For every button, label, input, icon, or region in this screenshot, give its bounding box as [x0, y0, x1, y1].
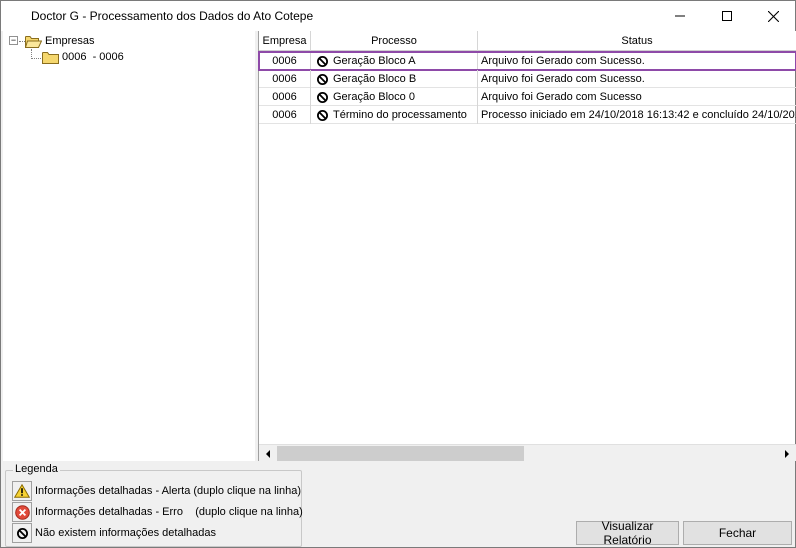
- minimize-icon: [675, 15, 685, 17]
- cell-processo: Geração Bloco A: [311, 52, 478, 70]
- scroll-right-button[interactable]: [778, 445, 795, 462]
- process-grid[interactable]: Empresa Processo Status 0006 Geração Blo…: [258, 31, 796, 462]
- legend-item-none: Não existem informações detalhadas: [12, 523, 216, 543]
- companies-tree[interactable]: − Empresas 0006 - 0006: [3, 31, 255, 461]
- arrow-left-icon: [265, 449, 270, 458]
- legend-icon-box: [12, 523, 32, 543]
- process-name: Geração Bloco B: [333, 73, 417, 85]
- legend-label: Informações detalhadas - Alerta (duplo c…: [35, 485, 301, 497]
- cell-status: Arquivo foi Gerado com Sucesso: [481, 91, 642, 103]
- cell-processo: Geração Bloco 0: [311, 88, 478, 106]
- cell-empresa: 0006: [259, 88, 311, 106]
- window-title: Doctor G - Processamento dos Dados do At…: [31, 9, 314, 23]
- cell-empresa: 0006: [259, 106, 311, 124]
- horizontal-scrollbar[interactable]: [259, 444, 796, 462]
- legend-icon-box: [12, 481, 32, 501]
- close-icon: [767, 10, 779, 22]
- legend-item-error: Informações detalhadas - Erro (duplo cli…: [12, 502, 303, 522]
- process-name: Término do processamento: [333, 109, 467, 121]
- minimize-button[interactable]: [657, 1, 703, 31]
- scrollbar-thumb[interactable]: [277, 446, 524, 461]
- no-details-icon: [317, 55, 328, 67]
- legend-group: Legenda Informações detalhadas - Alerta …: [5, 463, 303, 547]
- no-details-icon: [317, 73, 328, 85]
- folder-open-icon: [25, 35, 42, 48]
- column-header-processo[interactable]: Processo: [311, 31, 478, 51]
- table-row[interactable]: 0006 Geração Bloco 0 Arquivo foi Gerado …: [259, 88, 796, 106]
- scroll-left-button[interactable]: [259, 445, 276, 462]
- cell-status: Processo iniciado em 24/10/2018 16:13:42…: [481, 109, 796, 121]
- tree-expander[interactable]: −: [9, 36, 18, 45]
- process-name: Geração Bloco 0: [333, 91, 415, 103]
- no-details-icon: [317, 91, 328, 103]
- maximize-button[interactable]: [704, 1, 750, 31]
- cell-empresa: 0006: [259, 70, 311, 88]
- close-window-button[interactable]: [750, 1, 796, 31]
- tree-connector: [31, 58, 41, 59]
- legend-icon-box: [12, 502, 32, 522]
- table-row[interactable]: 0006 Término do processamento Processo i…: [259, 106, 796, 124]
- folder-icon: [42, 51, 59, 64]
- no-details-icon: [317, 109, 328, 121]
- tree-node-empresas[interactable]: Empresas: [25, 33, 95, 49]
- grid-header: Empresa Processo Status: [259, 31, 796, 51]
- maximize-icon: [722, 11, 732, 21]
- warning-icon: [14, 484, 30, 498]
- title-bar[interactable]: Doctor G - Processamento dos Dados do At…: [1, 1, 795, 31]
- tree-child-label: 0006 - 0006: [62, 51, 124, 63]
- error-icon: [14, 504, 30, 520]
- main-window: Doctor G - Processamento dos Dados do At…: [0, 0, 796, 548]
- arrow-right-icon: [784, 449, 789, 458]
- tree-node-company[interactable]: 0006 - 0006: [42, 49, 124, 65]
- cell-processo: Término do processamento: [311, 106, 478, 124]
- legend-item-alert: Informações detalhadas - Alerta (duplo c…: [12, 481, 301, 501]
- cell-status: Arquivo foi Gerado com Sucesso.: [481, 55, 645, 67]
- legend-label: Não existem informações detalhadas: [35, 527, 216, 539]
- table-row[interactable]: 0006 Geração Bloco A Arquivo foi Gerado …: [258, 51, 796, 71]
- cell-status: Arquivo foi Gerado com Sucesso.: [481, 73, 645, 85]
- cell-empresa: 0006: [259, 52, 311, 70]
- tree-root-label: Empresas: [45, 35, 95, 47]
- cell-processo: Geração Bloco B: [311, 70, 478, 88]
- legend-label: Informações detalhadas - Erro (duplo cli…: [35, 506, 303, 518]
- table-row[interactable]: 0006 Geração Bloco B Arquivo foi Gerado …: [259, 70, 796, 88]
- process-name: Geração Bloco A: [333, 55, 416, 67]
- no-details-icon: [16, 527, 28, 539]
- column-header-empresa[interactable]: Empresa: [259, 31, 311, 51]
- column-header-status[interactable]: Status: [478, 31, 796, 51]
- legend-title: Legenda: [13, 463, 60, 475]
- close-button[interactable]: Fechar: [683, 521, 792, 545]
- view-report-button[interactable]: Visualizar Relatório: [576, 519, 679, 547]
